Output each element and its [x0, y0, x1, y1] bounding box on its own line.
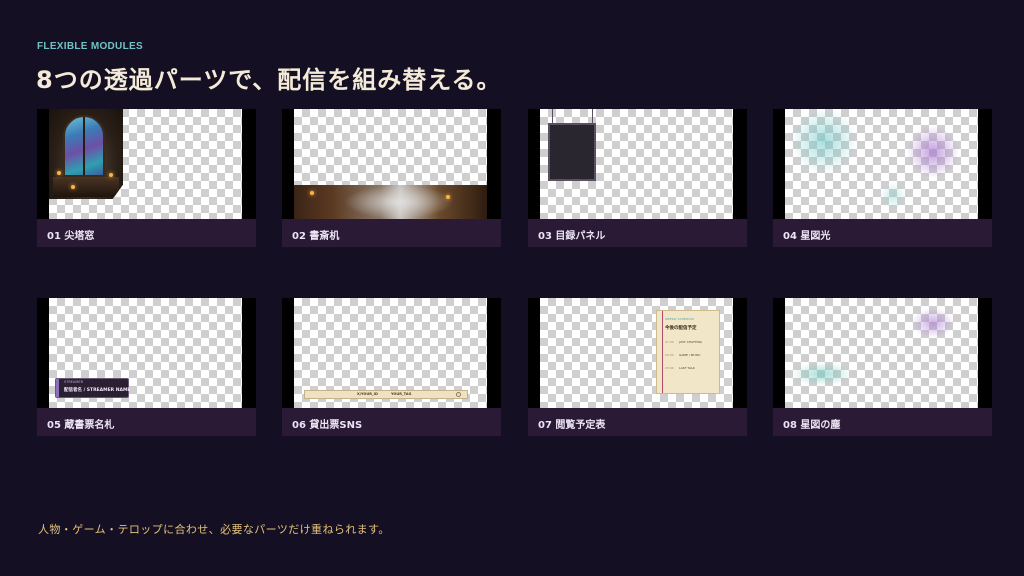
- sns-handle-left: X/YOUR_ID: [357, 392, 378, 396]
- module-label-bar: 01 尖塔窓: [37, 219, 256, 247]
- sns-ticket-bar: X/YOUR_ID YOUR_TAG: [304, 390, 468, 399]
- module-label-bar: 04 星図光: [773, 219, 992, 247]
- schedule-time: 23:00: [665, 366, 674, 370]
- candle-glow: [310, 191, 314, 195]
- schedule-item: JUST CHATTING: [679, 340, 703, 344]
- panel-hanger: [552, 109, 553, 123]
- module-label: 05 蔵書票名札: [47, 420, 115, 431]
- schedule-margin-rule: [662, 311, 663, 393]
- schedule-item: GAME / MUSIC: [679, 353, 701, 357]
- transparency-checker: STREAMER 配信者名 / STREAMER NAME: [49, 298, 242, 408]
- schedule-item: LAST TALK: [679, 366, 695, 370]
- module-card-06[interactable]: X/YOUR_ID YOUR_TAG 06 貸出票SNS: [282, 298, 501, 436]
- panel-hanger: [592, 109, 593, 123]
- module-label-bar: 06 貸出票SNS: [282, 408, 501, 436]
- module-label: 02 書斎机: [292, 231, 340, 242]
- spire-window-art: [49, 109, 123, 199]
- module-card-03[interactable]: 03 目録パネル: [528, 109, 747, 247]
- teal-glow-orb: [789, 109, 859, 173]
- violet-glow-orb: [905, 127, 961, 177]
- page-title: 8つの透過パーツで、配信を組み替える。: [36, 66, 502, 94]
- footer-note: 人物・ゲーム・テロップに合わせ、必要なパーツだけ重ねられます。: [38, 523, 390, 536]
- transparency-checker: [785, 109, 978, 219]
- window-sill: [53, 177, 119, 197]
- schedule-eyebrow: WEEKLY SCHEDULE: [665, 317, 695, 321]
- transparency-checker: WEEKLY SCHEDULE 今後の配信予定 21:00 JUST CHATTI…: [540, 298, 733, 408]
- nameplate-accent: [56, 379, 59, 397]
- desk-haze: [344, 185, 454, 219]
- transparency-checker: [294, 109, 487, 219]
- module-label: 08 星図の塵: [783, 420, 841, 431]
- module-card-01[interactable]: 01 尖塔窓: [37, 109, 256, 247]
- module-card-08[interactable]: 08 星図の塵: [773, 298, 992, 436]
- candle-glow: [57, 171, 61, 175]
- module-thumbnail: WEEKLY SCHEDULE 今後の配信予定 21:00 JUST CHATTI…: [528, 298, 747, 408]
- violet-dust-orb: [911, 308, 955, 338]
- transparency-checker: [540, 109, 733, 219]
- module-thumbnail: [773, 109, 992, 219]
- module-label-bar: 05 蔵書票名札: [37, 408, 256, 436]
- module-label: 03 目録パネル: [538, 231, 606, 242]
- module-thumbnail: [282, 109, 501, 219]
- candle-glow: [446, 195, 450, 199]
- schedule-time: 21:00: [665, 340, 674, 344]
- module-label-bar: 08 星図の塵: [773, 408, 992, 436]
- section-eyebrow: FLEXIBLE MODULES: [37, 41, 143, 52]
- candle-glow: [109, 173, 113, 177]
- schedule-time: 22:00: [665, 353, 674, 357]
- nameplate-eyebrow: STREAMER: [64, 380, 84, 384]
- module-label: 06 貸出票SNS: [292, 420, 363, 431]
- teal-dust-orb: [791, 362, 853, 386]
- module-label: 01 尖塔窓: [47, 231, 95, 242]
- module-label-bar: 02 書斎机: [282, 219, 501, 247]
- nameplate-name: 配信者名 / STREAMER NAME: [64, 388, 131, 393]
- module-card-05[interactable]: STREAMER 配信者名 / STREAMER NAME 05 蔵書票名札: [37, 298, 256, 436]
- window-mullion: [83, 117, 85, 175]
- module-card-02[interactable]: 02 書斎机: [282, 109, 501, 247]
- schedule-title: 今後の配信予定: [665, 326, 697, 331]
- module-label-bar: 03 目録パネル: [528, 219, 747, 247]
- module-thumbnail: X/YOUR_ID YOUR_TAG: [282, 298, 501, 408]
- schedule-row: 22:00 GAME / MUSIC: [665, 353, 700, 357]
- sns-circle-icon: [456, 392, 461, 397]
- module-thumbnail: [37, 109, 256, 219]
- candle-glow: [71, 185, 75, 189]
- schedule-row: 21:00 JUST CHATTING: [665, 340, 702, 344]
- module-card-07[interactable]: WEEKLY SCHEDULE 今後の配信予定 21:00 JUST CHATTI…: [528, 298, 747, 436]
- transparency-checker: [49, 109, 242, 219]
- transparency-checker: X/YOUR_ID YOUR_TAG: [294, 298, 487, 408]
- schedule-row: 23:00 LAST TALK: [665, 366, 695, 370]
- module-thumbnail: [773, 298, 992, 408]
- module-label: 07 閲覧予定表: [538, 420, 606, 431]
- module-thumbnail: [528, 109, 747, 219]
- sns-handle-right: YOUR_TAG: [391, 392, 412, 396]
- module-thumbnail: STREAMER 配信者名 / STREAMER NAME: [37, 298, 256, 408]
- transparency-checker: [785, 298, 978, 408]
- faint-star-orb: [881, 181, 905, 211]
- reading-schedule-card: WEEKLY SCHEDULE 今後の配信予定 21:00 JUST CHATTI…: [656, 310, 720, 394]
- module-label-bar: 07 閲覧予定表: [528, 408, 747, 436]
- module-card-04[interactable]: 04 星図光: [773, 109, 992, 247]
- index-panel-art: [548, 123, 596, 181]
- bookplate-nameplate: STREAMER 配信者名 / STREAMER NAME: [55, 378, 131, 398]
- module-label: 04 星図光: [783, 231, 831, 242]
